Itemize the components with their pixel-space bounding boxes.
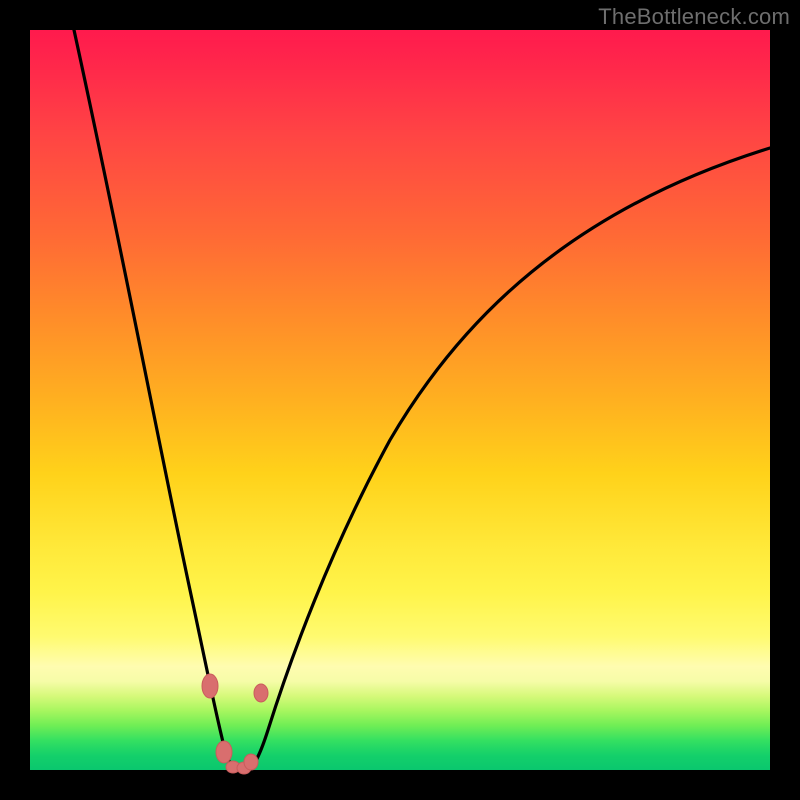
marker-dot xyxy=(202,674,218,698)
marker-dot xyxy=(254,684,268,702)
marker-dot xyxy=(244,754,258,770)
bottleneck-curve xyxy=(74,30,770,769)
marker-dot xyxy=(216,741,232,763)
chart-frame: TheBottleneck.com xyxy=(0,0,800,800)
bottleneck-curve-svg xyxy=(30,30,770,770)
watermark-text: TheBottleneck.com xyxy=(598,4,790,30)
